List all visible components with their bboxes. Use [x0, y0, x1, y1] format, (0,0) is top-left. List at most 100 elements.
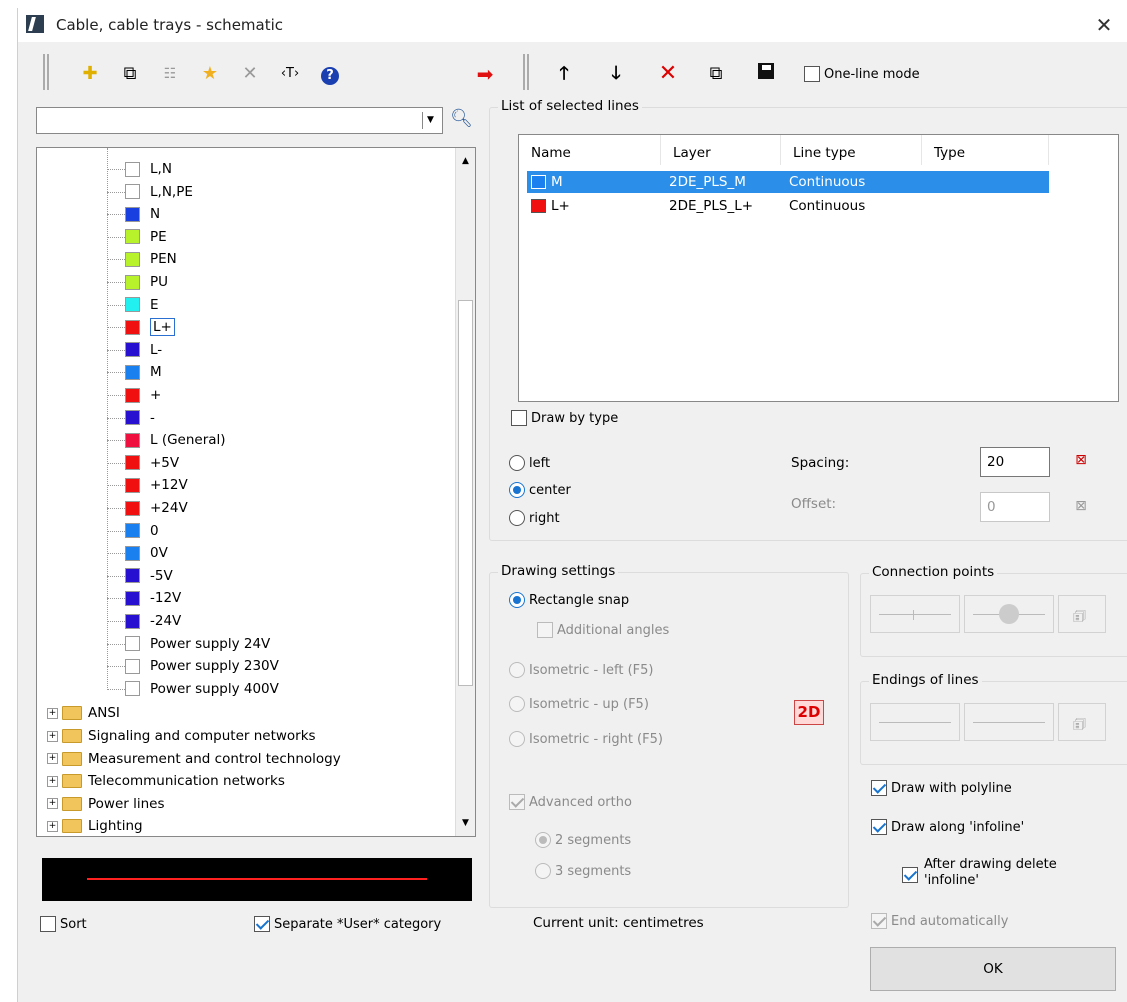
- ok-button[interactable]: OK: [870, 947, 1116, 991]
- ending-left-button[interactable]: [870, 703, 960, 741]
- draw-along-infoline[interactable]: Draw along 'infoline': [871, 819, 1024, 835]
- search-combo[interactable]: ▼: [36, 107, 443, 134]
- connection-point-settings-button[interactable]: 🗊: [1058, 595, 1106, 633]
- tree-item[interactable]: +: [107, 384, 161, 406]
- pick-offset-icon[interactable]: ⊠: [1071, 498, 1091, 518]
- text-icon[interactable]: ‹T›: [276, 60, 304, 88]
- add-icon[interactable]: ✚: [76, 60, 104, 88]
- advanced-ortho[interactable]: Advanced ortho: [509, 794, 632, 810]
- remove-icon[interactable]: ✕: [654, 60, 682, 88]
- iso-up-radio[interactable]: [509, 696, 525, 712]
- pick-spacing-icon[interactable]: ⊠: [1071, 452, 1091, 472]
- tree-item[interactable]: M: [107, 361, 162, 383]
- table-row[interactable]: M 2DE_PLS_M Continuous: [527, 171, 1049, 193]
- copy-line-icon[interactable]: ⧉: [702, 60, 730, 88]
- col-type[interactable]: Type: [922, 135, 1049, 165]
- toolbar-grip-right[interactable]: [523, 54, 529, 90]
- move-up-icon[interactable]: 🡑: [550, 60, 578, 88]
- draw-along-infoline-checkbox[interactable]: [871, 819, 887, 835]
- align-left[interactable]: left: [509, 455, 550, 471]
- tree-item[interactable]: -24V: [107, 610, 181, 632]
- draw-by-type[interactable]: Draw by type: [511, 410, 618, 426]
- end-automatically[interactable]: End automatically: [871, 913, 1008, 929]
- save-icon[interactable]: [752, 60, 780, 88]
- tree-item[interactable]: PU: [107, 271, 168, 293]
- three-segments[interactable]: 3 segments: [535, 863, 631, 879]
- ending-settings-button[interactable]: 🗊: [1058, 703, 1106, 741]
- tree-item[interactable]: -12V: [107, 587, 181, 609]
- iso-left[interactable]: Isometric - left (F5): [509, 662, 653, 678]
- arrow-right-icon[interactable]: ➡: [471, 60, 499, 88]
- tree-item[interactable]: L+: [107, 316, 175, 338]
- align-center[interactable]: center: [509, 482, 571, 498]
- sort-option[interactable]: Sort: [40, 916, 87, 932]
- tree-item[interactable]: L,N: [107, 158, 172, 180]
- iso-up[interactable]: Isometric - up (F5): [509, 696, 649, 712]
- separate-user-option[interactable]: Separate *User* category: [254, 916, 441, 932]
- iso-right-radio[interactable]: [509, 731, 525, 747]
- tree-item[interactable]: PEN: [107, 248, 177, 270]
- expand-icon[interactable]: +: [47, 775, 58, 787]
- draw-with-polyline[interactable]: Draw with polyline: [871, 780, 1012, 796]
- tree-item[interactable]: L,N,PE: [107, 181, 193, 203]
- align-left-radio[interactable]: [509, 455, 525, 471]
- tree-item[interactable]: N: [107, 203, 160, 225]
- rectangle-snap-radio[interactable]: [509, 592, 525, 608]
- additional-angles-checkbox[interactable]: [537, 622, 553, 638]
- one-line-mode-checkbox[interactable]: [804, 66, 820, 82]
- table-row[interactable]: L+ 2DE_PLS_L+ Continuous: [527, 195, 1049, 217]
- align-right[interactable]: right: [509, 510, 560, 526]
- close-icon[interactable]: ✕: [1092, 13, 1116, 37]
- expand-icon[interactable]: +: [47, 753, 58, 765]
- move-down-icon[interactable]: 🡓: [602, 60, 630, 88]
- two-segments[interactable]: 2 segments: [535, 832, 631, 848]
- star-icon[interactable]: ★: [196, 60, 224, 88]
- rectangle-snap[interactable]: Rectangle snap: [509, 592, 629, 608]
- search-icon[interactable]: 🔍︎: [450, 108, 473, 129]
- tree-scrollbar[interactable]: ▲ ▼: [455, 148, 475, 836]
- delete-infoline-checkbox[interactable]: [902, 867, 918, 883]
- connection-point-dot-button[interactable]: [964, 595, 1054, 633]
- tree-item[interactable]: PE: [107, 226, 167, 248]
- tree-folder[interactable]: + Power lines: [47, 793, 165, 815]
- col-name[interactable]: Name: [519, 135, 661, 165]
- scroll-down-icon[interactable]: ▼: [458, 816, 473, 831]
- selected-lines-list[interactable]: Name Layer Line type Type M 2DE_PLS_M Co…: [518, 134, 1119, 402]
- separate-user-checkbox[interactable]: [254, 916, 270, 932]
- one-line-mode[interactable]: One-line mode: [804, 66, 920, 82]
- iso-left-radio[interactable]: [509, 662, 525, 678]
- ending-right-button[interactable]: [964, 703, 1054, 741]
- mode-2d-badge[interactable]: 2D: [794, 700, 824, 725]
- help-icon[interactable]: ?: [316, 60, 344, 88]
- align-right-radio[interactable]: [509, 510, 525, 526]
- three-segments-radio[interactable]: [535, 863, 551, 879]
- connection-point-none-button[interactable]: [870, 595, 960, 633]
- tree-item[interactable]: +12V: [107, 474, 188, 496]
- expand-icon[interactable]: +: [47, 707, 58, 719]
- tree-item[interactable]: E: [107, 294, 159, 316]
- iso-right[interactable]: Isometric - right (F5): [509, 731, 663, 747]
- line-tree[interactable]: ▲ ▼ L,N L,N,PE N PE PEN PU E L+ L- M + - L (General)…: [36, 147, 476, 837]
- scroll-thumb[interactable]: [458, 300, 473, 686]
- additional-angles[interactable]: Additional angles: [537, 622, 669, 638]
- tree-folder[interactable]: + ANSI: [47, 702, 120, 724]
- sort-checkbox[interactable]: [40, 916, 56, 932]
- expand-icon[interactable]: +: [47, 820, 58, 832]
- expand-icon[interactable]: +: [47, 730, 58, 742]
- two-segments-radio[interactable]: [535, 832, 551, 848]
- copy-icon[interactable]: ⧉: [116, 60, 144, 88]
- spacing-input[interactable]: 20: [980, 447, 1050, 477]
- tree-item[interactable]: 0V: [107, 542, 168, 564]
- col-linetype[interactable]: Line type: [781, 135, 922, 165]
- scroll-up-icon[interactable]: ▲: [458, 154, 473, 169]
- draw-by-type-checkbox[interactable]: [511, 410, 527, 426]
- advanced-ortho-checkbox[interactable]: [509, 794, 525, 810]
- tree-folder[interactable]: + Signaling and computer networks: [47, 725, 316, 747]
- chevron-down-icon[interactable]: ▼: [422, 112, 438, 129]
- tree-item[interactable]: -5V: [107, 565, 173, 587]
- tree-item[interactable]: +5V: [107, 452, 179, 474]
- tree-item[interactable]: L-: [107, 339, 162, 361]
- tree-item[interactable]: Power supply 400V: [107, 678, 279, 700]
- end-automatically-checkbox[interactable]: [871, 913, 887, 929]
- toolbar-grip-left[interactable]: [43, 54, 49, 90]
